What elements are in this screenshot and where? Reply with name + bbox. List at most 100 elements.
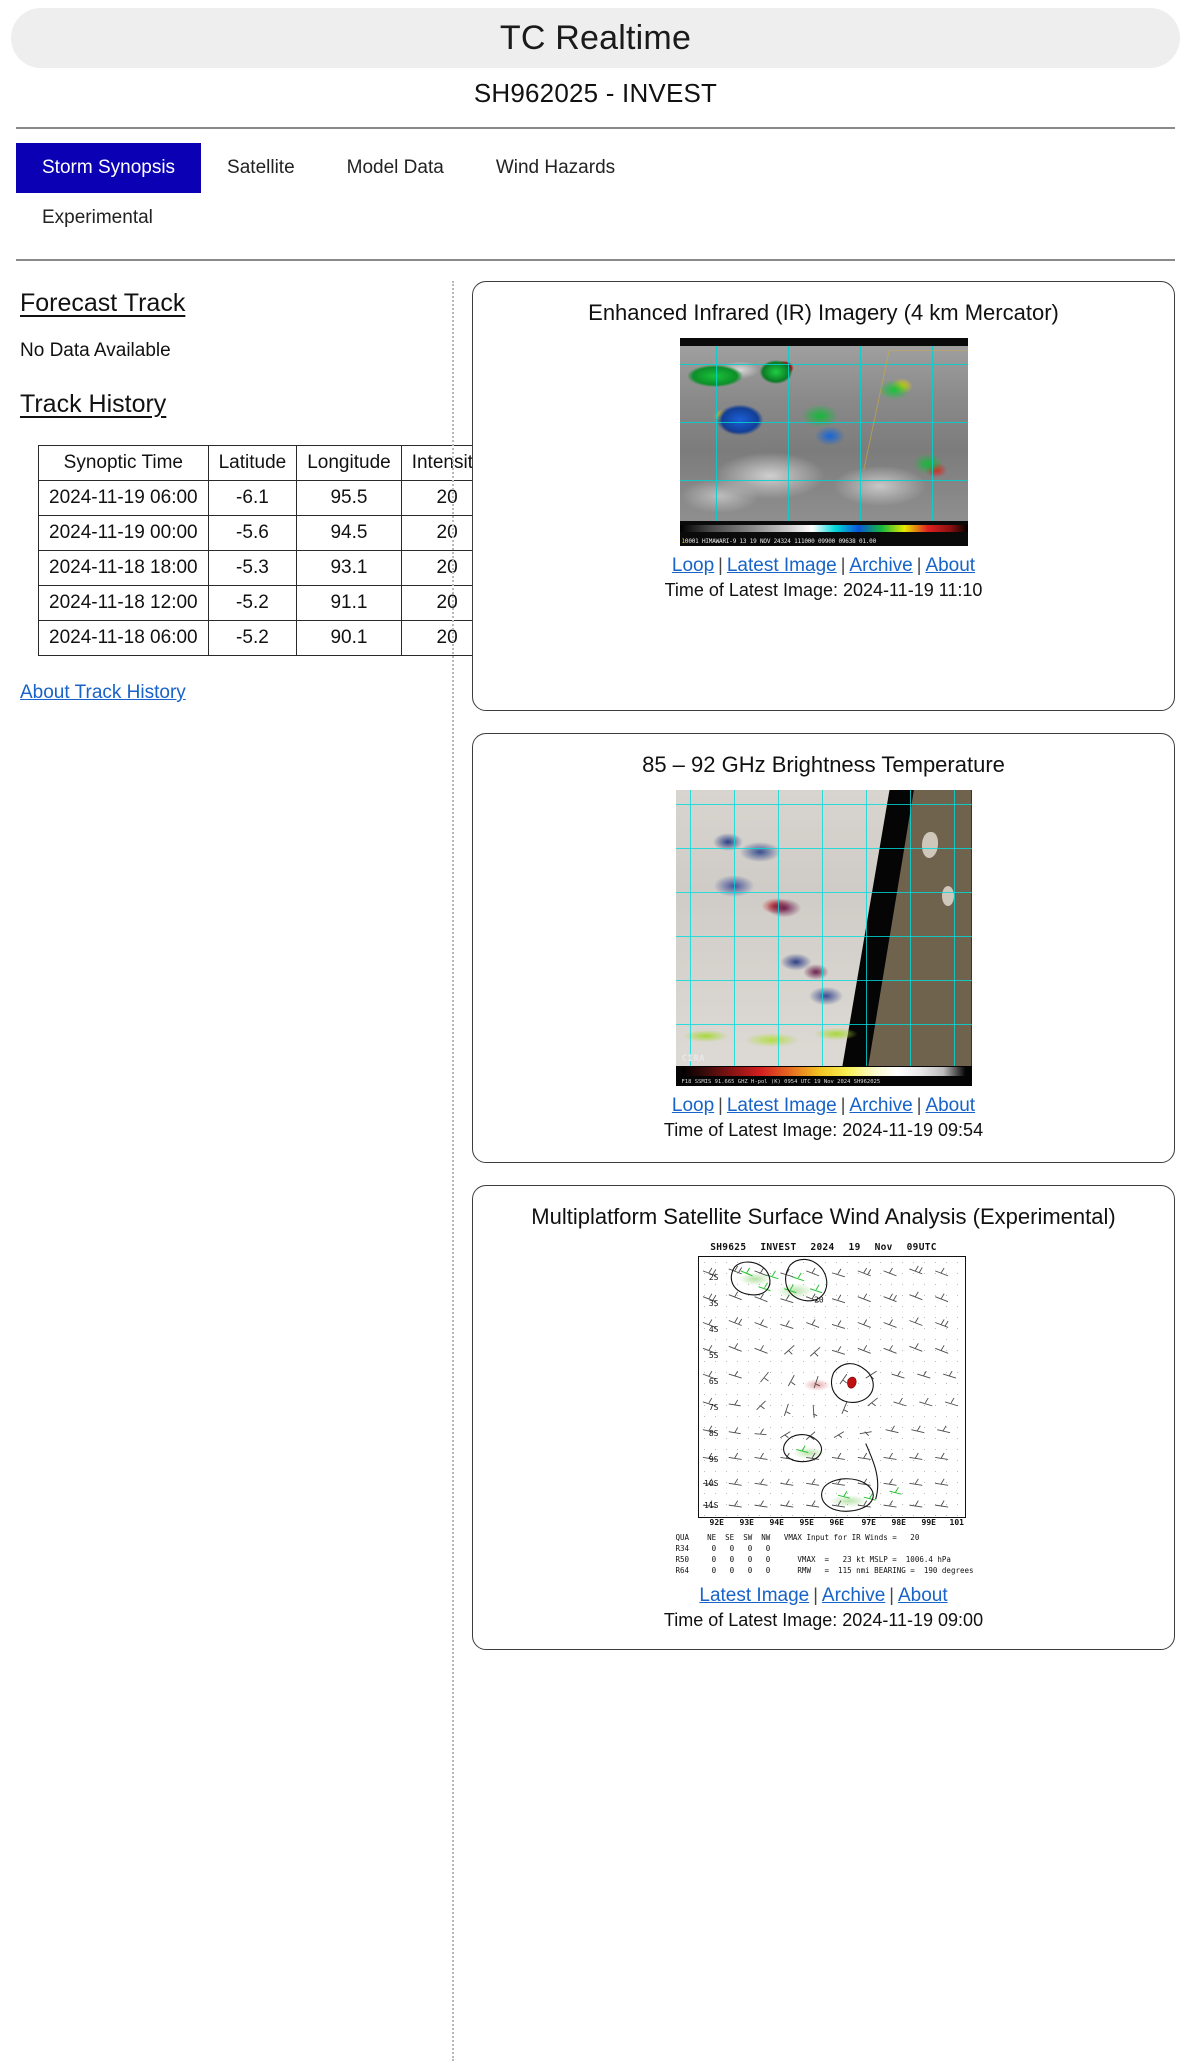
page-root: TC Realtime SH962025 - INVEST Storm Syno… (0, 0, 1191, 2064)
mw-sep-1: | (718, 1094, 723, 1115)
wind-xtick-2: 94E (769, 1517, 784, 1527)
mw-sep-3: | (916, 1094, 922, 1115)
col-longitude: Longitude (296, 445, 402, 481)
mw-loop-link[interactable]: Loop (672, 1095, 714, 1116)
cell-longitude: 95.5 (296, 480, 402, 516)
table-row: 2024-11-19 06:00 -6.1 95.5 20 (38, 480, 494, 516)
cell-synoptic-time: 2024-11-18 06:00 (38, 620, 209, 656)
mw-sep-2: | (840, 1094, 846, 1115)
cira-watermark: CIRA (681, 1053, 706, 1064)
track-history-table: Synoptic Time Latitude Longitude Intensi… (38, 445, 494, 656)
wind-plot-header: SH9625 INVEST 2024 19 Nov 09UTC (676, 1242, 972, 1253)
cell-latitude: -5.6 (207, 515, 298, 551)
contour-label-20: 20 (814, 1296, 824, 1305)
wind-xtick-0: 92E (709, 1517, 724, 1527)
card-wind-analysis: Multiplatform Satellite Surface Wind Ana… (472, 1185, 1175, 1650)
wind-footer-line-3: R50 0 0 0 0 VMAX = 23 kt MSLP = 1006.4 h… (675, 1554, 951, 1564)
wind-analysis-image[interactable]: SH9625 INVEST 2024 19 Nov 09UTC 20 2S 3S… (675, 1241, 974, 1576)
wind-ytick-0: 2S (708, 1272, 719, 1282)
wind-barb-plot: 20 2S 3S 4S 5S 6S 7S 8S 9S 10S 11S (697, 1255, 966, 1518)
wind-storm-id: SH9625 (710, 1241, 747, 1253)
mw-archive-link[interactable]: Archive (849, 1095, 912, 1116)
wind-xtick-1: 93E (739, 1517, 754, 1527)
table-header-row: Synoptic Time Latitude Longitude Intensi… (38, 445, 494, 481)
table-row: 2024-11-18 06:00 -5.2 90.1 20 (38, 620, 494, 656)
cell-latitude: -5.3 (207, 550, 298, 586)
col-latitude: Latitude (207, 445, 298, 481)
storm-center-symbol (846, 1376, 857, 1389)
tabs-divider (16, 259, 1175, 261)
microwave-image[interactable]: CIRA F18 SSMIS 91.665 GHZ H-pol (K) 0954… (675, 789, 972, 1086)
card-title-ir: Enhanced Infrared (IR) Imagery (4 km Mer… (588, 300, 1059, 325)
table-row: 2024-11-19 00:00 -5.6 94.5 20 (38, 515, 494, 551)
wind-xtick-3: 95E (799, 1517, 814, 1527)
ir-latest-time: Time of Latest Image: 2024-11-19 11:10 (664, 579, 983, 600)
cell-synoptic-time: 2024-11-18 12:00 (38, 585, 209, 621)
ir-sep-3: | (916, 554, 922, 575)
ir-archive-link[interactable]: Archive (849, 555, 912, 576)
mw-image-holder: CIRA F18 SSMIS 91.665 GHZ H-pol (K) 0954… (483, 789, 1164, 1086)
wind-sep-2: | (889, 1584, 894, 1605)
wind-ytick-7: 9S (708, 1454, 719, 1464)
tab-bar: Storm Synopsis Satellite Model Data Wind… (16, 143, 1175, 243)
tab-satellite[interactable]: Satellite (201, 143, 321, 193)
tab-wind-hazards[interactable]: Wind Hazards (470, 143, 641, 193)
ir-about-link[interactable]: About (925, 555, 975, 576)
storm-id-subtitle: SH962025 - INVEST (473, 78, 718, 108)
wind-ytick-4: 6S (708, 1376, 719, 1386)
card-enhanced-ir: Enhanced Infrared (IR) Imagery (4 km Mer… (472, 281, 1175, 711)
ir-loop-link[interactable]: Loop (672, 555, 714, 576)
cell-latitude: -5.2 (207, 620, 298, 656)
cell-synoptic-time: 2024-11-19 06:00 (38, 480, 209, 516)
cell-latitude: -6.1 (207, 480, 298, 516)
wind-storm-name: INVEST (760, 1241, 797, 1253)
wind-footer-line-2: R34 0 0 0 0 (675, 1543, 771, 1553)
ir-latest-image-link[interactable]: Latest Image (727, 555, 837, 576)
about-track-history-wrap: About Track History (20, 682, 436, 704)
mw-latest-image-link[interactable]: Latest Image (727, 1095, 837, 1116)
content-area: Forecast Track No Data Available Track H… (0, 281, 1191, 2061)
wind-about-link[interactable]: About (898, 1585, 948, 1606)
wind-ytick-1: 3S (708, 1298, 719, 1308)
table-row: 2024-11-18 18:00 -5.3 93.1 20 (38, 550, 494, 586)
ir-color-scale (679, 524, 968, 532)
table-row: 2024-11-18 12:00 -5.2 91.1 20 (38, 585, 494, 621)
ir-satellite-image[interactable]: 10001 HIMAWARI-9 13 19 NOV 24324 111000 … (679, 337, 968, 546)
wind-ytick-6: 8S (708, 1428, 719, 1438)
mw-latlon-grid (675, 789, 972, 1066)
wind-xtick-6: 98E (891, 1517, 906, 1527)
wind-xtick-7: 99E (921, 1517, 936, 1527)
wind-month: Nov (874, 1241, 893, 1253)
wind-xtick-5: 97E (861, 1517, 876, 1527)
ir-caption-text: 0001 HIMAWARI-9 13 19 NOV 24324 111000 0… (684, 537, 877, 545)
wind-ytick-3: 5S (708, 1350, 719, 1360)
tab-storm-synopsis[interactable]: Storm Synopsis (16, 143, 202, 193)
about-track-history-link[interactable]: About Track History (20, 682, 186, 703)
cell-latitude: -5.2 (207, 585, 298, 621)
track-history-heading: Track History (20, 390, 167, 418)
column-divider (452, 281, 454, 2061)
cell-longitude: 91.1 (296, 585, 402, 621)
tab-experimental[interactable]: Experimental (16, 193, 179, 243)
wind-ytick-5: 7S (708, 1402, 719, 1412)
header-divider (16, 127, 1175, 129)
wind-ytick-9: 11S (704, 1500, 719, 1510)
card-microwave-brightness: 85 – 92 GHz Brightness Temperature CIRA … (472, 733, 1175, 1163)
wind-barbs-svg: 20 (702, 1258, 958, 1512)
cell-longitude: 94.5 (296, 515, 402, 551)
wind-latest-image-link[interactable]: Latest Image (699, 1585, 809, 1606)
wind-day: 19 (848, 1241, 861, 1253)
cell-longitude: 90.1 (296, 620, 402, 656)
title-bar: TC Realtime (11, 8, 1180, 68)
card-title-wind: Multiplatform Satellite Surface Wind Ana… (531, 1204, 1116, 1229)
wind-ytick-8: 10S (704, 1478, 719, 1488)
wind-footer-line-4: R64 0 0 0 0 RMW = 115 nmi BEARING = 190 … (675, 1565, 974, 1575)
col-synoptic-time: Synoptic Time (38, 445, 209, 481)
cell-longitude: 93.1 (296, 550, 402, 586)
mw-about-link[interactable]: About (925, 1095, 975, 1116)
wind-image-holder: SH9625 INVEST 2024 19 Nov 09UTC 20 2S 3S… (483, 1241, 1164, 1576)
table-body: 2024-11-19 06:00 -6.1 95.5 20 2024-11-19… (38, 480, 494, 656)
wind-archive-link[interactable]: Archive (822, 1585, 885, 1606)
tab-model-data[interactable]: Model Data (321, 143, 470, 193)
ir-sep-1: | (718, 554, 723, 575)
